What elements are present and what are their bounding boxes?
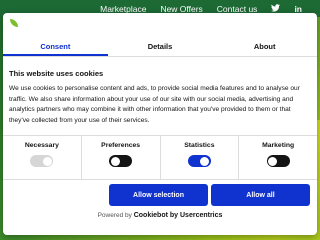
powered-by: Powered by Cookiebot by Usercentrics [3, 212, 317, 219]
site-logo [10, 19, 34, 31]
leaf-icon [10, 19, 18, 27]
cookie-consent-dialog: Consent Details About This website uses … [3, 13, 317, 235]
consent-tabs: Consent Details About [3, 38, 317, 57]
consent-body-text: We use cookies to personalise content an… [9, 85, 300, 124]
pref-preferences: Preferences [82, 136, 161, 179]
tab-details[interactable]: Details [108, 38, 213, 56]
necessary-toggle [30, 155, 54, 167]
linkedin-icon[interactable]: in [294, 4, 302, 14]
preferences-toggle[interactable] [109, 155, 133, 167]
pref-necessary: Necessary [3, 136, 82, 179]
pref-label-preferences: Preferences [101, 142, 141, 149]
powered-by-prefix: Powered by [97, 212, 134, 219]
pref-statistics: Statistics [161, 136, 240, 179]
tab-about[interactable]: About [212, 38, 317, 56]
cookie-preferences: Necessary Preferences Statistics Marketi… [3, 135, 317, 180]
pref-label-marketing: Marketing [262, 142, 295, 149]
statistics-toggle[interactable] [187, 155, 211, 167]
pref-marketing: Marketing [239, 136, 317, 179]
nav-link-new-offers[interactable]: New Offers [160, 4, 202, 14]
nav-link-contact-us[interactable]: Contact us [217, 4, 258, 14]
marketing-toggle[interactable] [266, 155, 290, 167]
pref-label-statistics: Statistics [184, 142, 215, 149]
nav-link-marketplace[interactable]: Marketplace [100, 4, 146, 14]
consent-content: This website uses cookies We use cookies… [9, 69, 311, 126]
consent-heading: This website uses cookies [9, 69, 104, 78]
pref-label-necessary: Necessary [24, 142, 59, 149]
powered-by-brand[interactable]: Cookiebot by Usercentrics [134, 212, 223, 219]
tab-consent[interactable]: Consent [3, 38, 108, 56]
allow-all-button[interactable]: Allow all [211, 184, 310, 206]
allow-selection-button[interactable]: Allow selection [109, 184, 208, 206]
twitter-icon[interactable] [271, 3, 281, 14]
